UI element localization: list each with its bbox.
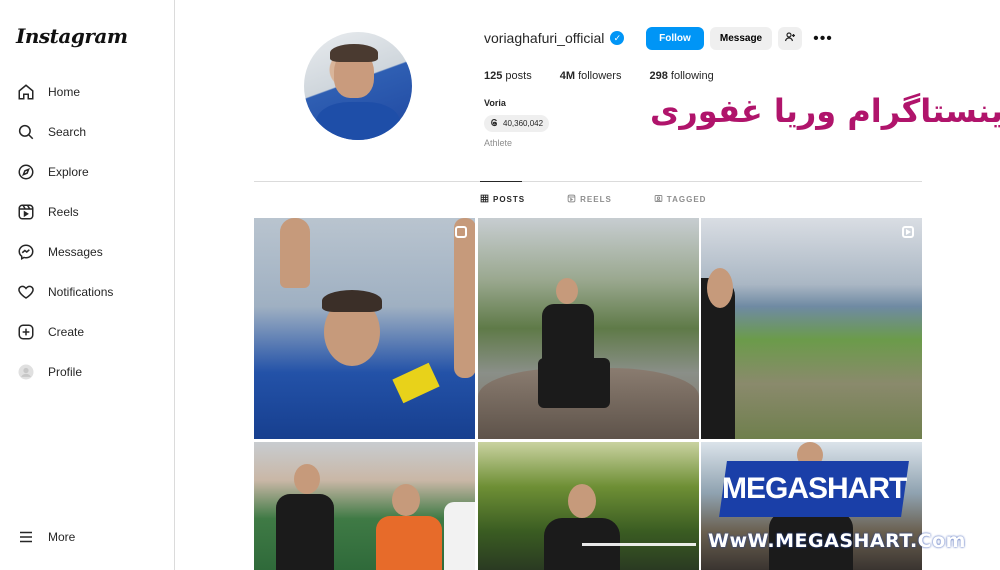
compass-icon: [16, 162, 36, 182]
sidebar-item-reels[interactable]: Reels: [0, 192, 175, 232]
white-shirt: [444, 502, 475, 570]
sidebar-item-profile[interactable]: Profile: [0, 352, 175, 392]
person-head: [392, 484, 420, 516]
sidebar-item-search[interactable]: Search: [0, 112, 175, 152]
profile-username-row: voriaghafuri_official ✓: [484, 30, 625, 46]
profile-full-name: Voria: [484, 98, 506, 108]
tab-tagged[interactable]: TAGGED: [654, 194, 707, 205]
home-icon: [16, 82, 36, 102]
tag-icon: [654, 194, 663, 205]
posts-stat: 125 posts: [484, 70, 532, 82]
instagram-logo[interactable]: Instagram: [16, 24, 128, 48]
sidebar-item-label: Profile: [48, 365, 83, 379]
message-button[interactable]: Message: [710, 27, 772, 50]
sidebar-item-label: Create: [48, 325, 85, 339]
more-dots-icon: •••: [813, 29, 833, 47]
options-button[interactable]: •••: [812, 27, 834, 50]
sidebar: Instagram Home Search Explore Reels Mess…: [0, 0, 175, 570]
megashart-url: WwW.MEGASHART.Com: [708, 530, 966, 552]
sidebar-item-label: Search: [48, 125, 87, 139]
profile-username: voriaghafuri_official: [484, 30, 605, 46]
sidebar-item-messages[interactable]: Messages: [0, 232, 175, 272]
profile-avatar[interactable]: [304, 32, 412, 140]
heart-icon: [16, 282, 36, 302]
post-tile[interactable]: [254, 442, 475, 570]
post-tile[interactable]: [254, 218, 475, 439]
tab-posts[interactable]: POSTS: [480, 194, 525, 205]
tab-reels[interactable]: REELS: [567, 194, 612, 205]
threads-count: 40,360,042: [503, 119, 544, 128]
avatar-hair: [330, 44, 378, 62]
raised-hand: [280, 218, 310, 288]
sidebar-item-create[interactable]: Create: [0, 312, 175, 352]
reels-icon: [567, 194, 576, 205]
verified-badge-icon: ✓: [610, 31, 625, 45]
hamburger-icon: [16, 527, 36, 547]
persian-title-overlay: اینستاگرام وریا غفوری: [650, 92, 1000, 130]
sidebar-nav: Home Search Explore Reels Messages Notif…: [0, 72, 175, 392]
sidebar-item-label: Reels: [48, 205, 79, 219]
player-hair: [322, 290, 382, 312]
grid-icon: [480, 194, 489, 205]
sidebar-item-label: Messages: [48, 245, 103, 259]
search-icon: [16, 122, 36, 142]
orange-shirt: [376, 516, 442, 570]
raised-arm: [454, 218, 475, 378]
follow-button[interactable]: Follow: [646, 27, 704, 50]
video-progress-line: [582, 543, 696, 546]
reels-icon: [16, 202, 36, 222]
sidebar-item-more[interactable]: More: [0, 517, 75, 557]
reel-icon: [902, 226, 914, 238]
suggest-user-button[interactable]: [778, 27, 802, 50]
player-body: [276, 494, 334, 570]
profile-tabs: POSTS REELS TAGGED: [480, 194, 706, 205]
messenger-icon: [16, 242, 36, 262]
captain-armband: [392, 362, 440, 404]
plus-square-icon: [16, 322, 36, 342]
avatar-icon: [16, 362, 36, 382]
megashart-logo: MEGASHART: [719, 461, 909, 517]
profile-category: Athlete: [484, 138, 513, 148]
player-head: [294, 464, 320, 494]
person-legs: [538, 358, 610, 408]
threads-badge[interactable]: 40,360,042: [484, 115, 550, 132]
sidebar-item-label: Explore: [48, 165, 89, 179]
add-person-icon: [784, 31, 796, 46]
person-head: [568, 484, 596, 518]
sidebar-item-label: Notifications: [48, 285, 114, 299]
person-head: [556, 278, 578, 304]
avatar-shirt: [316, 102, 400, 140]
sidebar-item-label: More: [48, 530, 76, 544]
followers-stat[interactable]: 4M followers: [560, 70, 622, 82]
post-tile[interactable]: [478, 218, 699, 439]
profile-stats: 125 posts 4M followers 298 following: [484, 70, 742, 82]
tabs-divider: [254, 181, 922, 182]
threads-icon: [490, 118, 499, 129]
sidebar-item-explore[interactable]: Explore: [0, 152, 175, 192]
carousel-icon: [455, 226, 467, 238]
following-stat[interactable]: 298 following: [649, 70, 713, 82]
person-head: [707, 268, 733, 308]
sidebar-item-notifications[interactable]: Notifications: [0, 272, 175, 312]
post-tile[interactable]: [701, 218, 922, 439]
person-body: [542, 304, 594, 364]
sidebar-item-label: Home: [48, 85, 81, 99]
post-tile[interactable]: [478, 442, 699, 570]
active-tab-indicator: [480, 181, 522, 182]
sidebar-item-home[interactable]: Home: [0, 72, 175, 112]
